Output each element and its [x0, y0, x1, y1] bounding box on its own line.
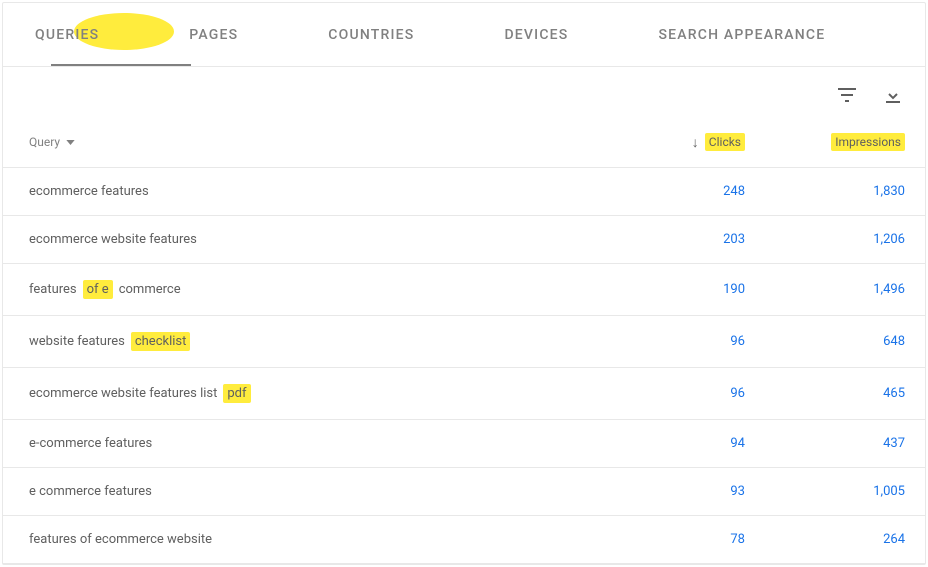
table-row[interactable]: ecommerce features2481,830 — [3, 168, 925, 216]
tab-search-appearance[interactable]: SEARCH APPEARANCE — [658, 3, 825, 67]
query-cell: e-commerce features — [29, 436, 595, 451]
table-row[interactable]: features of ecommerce website78264 — [3, 516, 925, 564]
query-cell: website features checklist — [29, 332, 595, 351]
tab-countries[interactable]: COUNTRIES — [328, 3, 414, 67]
performance-panel: QUERIES PAGES COUNTRIES DEVICES SEARCH A… — [2, 2, 926, 565]
clicks-cell: 203 — [595, 232, 745, 247]
tab-countries-label: COUNTRIES — [328, 27, 414, 43]
query-cell: ecommerce website features — [29, 232, 595, 247]
table-row[interactable]: e-commerce features94437 — [3, 420, 925, 468]
tab-devices[interactable]: DEVICES — [504, 3, 568, 67]
query-cell: features of e commerce — [29, 280, 595, 299]
table-toolbar — [3, 75, 925, 115]
clicks-cell: 248 — [595, 184, 745, 199]
query-cell: ecommerce website features list pdf — [29, 384, 595, 403]
clicks-cell: 190 — [595, 282, 745, 297]
tab-devices-label: DEVICES — [504, 27, 568, 43]
column-header-impressions-label: Impressions — [831, 133, 905, 151]
tab-pages[interactable]: PAGES — [189, 3, 238, 67]
query-cell: e commerce features — [29, 484, 595, 499]
tab-queries-label: QUERIES — [35, 27, 99, 43]
highlight-mark: checklist — [131, 332, 191, 351]
query-text-pre: website features — [29, 334, 125, 349]
table-row[interactable]: ecommerce website features list pdf96465 — [3, 368, 925, 420]
impressions-cell: 465 — [745, 386, 905, 401]
tab-pages-label: PAGES — [189, 27, 238, 43]
impressions-cell: 437 — [745, 436, 905, 451]
download-icon[interactable] — [881, 83, 905, 107]
impressions-cell: 1,206 — [745, 232, 905, 247]
sort-descending-icon: ↓ — [692, 134, 699, 151]
highlight-mark: of e — [83, 280, 113, 299]
tab-queries[interactable]: QUERIES — [35, 3, 99, 67]
table-body: ecommerce features2481,830ecommerce webs… — [3, 168, 925, 564]
query-text-pre: features — [29, 282, 77, 297]
dimension-tabs: QUERIES PAGES COUNTRIES DEVICES SEARCH A… — [3, 3, 925, 67]
filter-icon[interactable] — [835, 83, 859, 107]
chevron-down-icon — [66, 140, 75, 145]
active-tab-underline — [51, 64, 191, 66]
query-cell: ecommerce features — [29, 184, 595, 199]
tab-search-appearance-label: SEARCH APPEARANCE — [658, 27, 825, 43]
clicks-cell: 96 — [595, 386, 745, 401]
impressions-cell: 1,496 — [745, 282, 905, 297]
clicks-cell: 78 — [595, 532, 745, 547]
table-header: Query ↓ Clicks Impressions — [3, 115, 925, 168]
table-row[interactable]: ecommerce website features2031,206 — [3, 216, 925, 264]
query-text-post: commerce — [119, 282, 181, 297]
clicks-cell: 94 — [595, 436, 745, 451]
query-cell: features of ecommerce website — [29, 532, 595, 547]
column-header-impressions[interactable]: Impressions — [745, 135, 905, 149]
column-header-query[interactable]: Query — [29, 135, 595, 149]
column-header-clicks[interactable]: ↓ Clicks — [595, 133, 745, 151]
column-header-query-label: Query — [29, 135, 60, 149]
clicks-cell: 93 — [595, 484, 745, 499]
impressions-cell: 264 — [745, 532, 905, 547]
table-row[interactable]: website features checklist96648 — [3, 316, 925, 368]
highlight-mark: pdf — [223, 384, 250, 403]
table-row[interactable]: e commerce features931,005 — [3, 468, 925, 516]
column-header-clicks-label: Clicks — [705, 133, 745, 151]
clicks-cell: 96 — [595, 334, 745, 349]
impressions-cell: 1,005 — [745, 484, 905, 499]
table-row[interactable]: features of e commerce 1901,496 — [3, 264, 925, 316]
query-text-pre: ecommerce website features list — [29, 386, 217, 401]
impressions-cell: 1,830 — [745, 184, 905, 199]
impressions-cell: 648 — [745, 334, 905, 349]
